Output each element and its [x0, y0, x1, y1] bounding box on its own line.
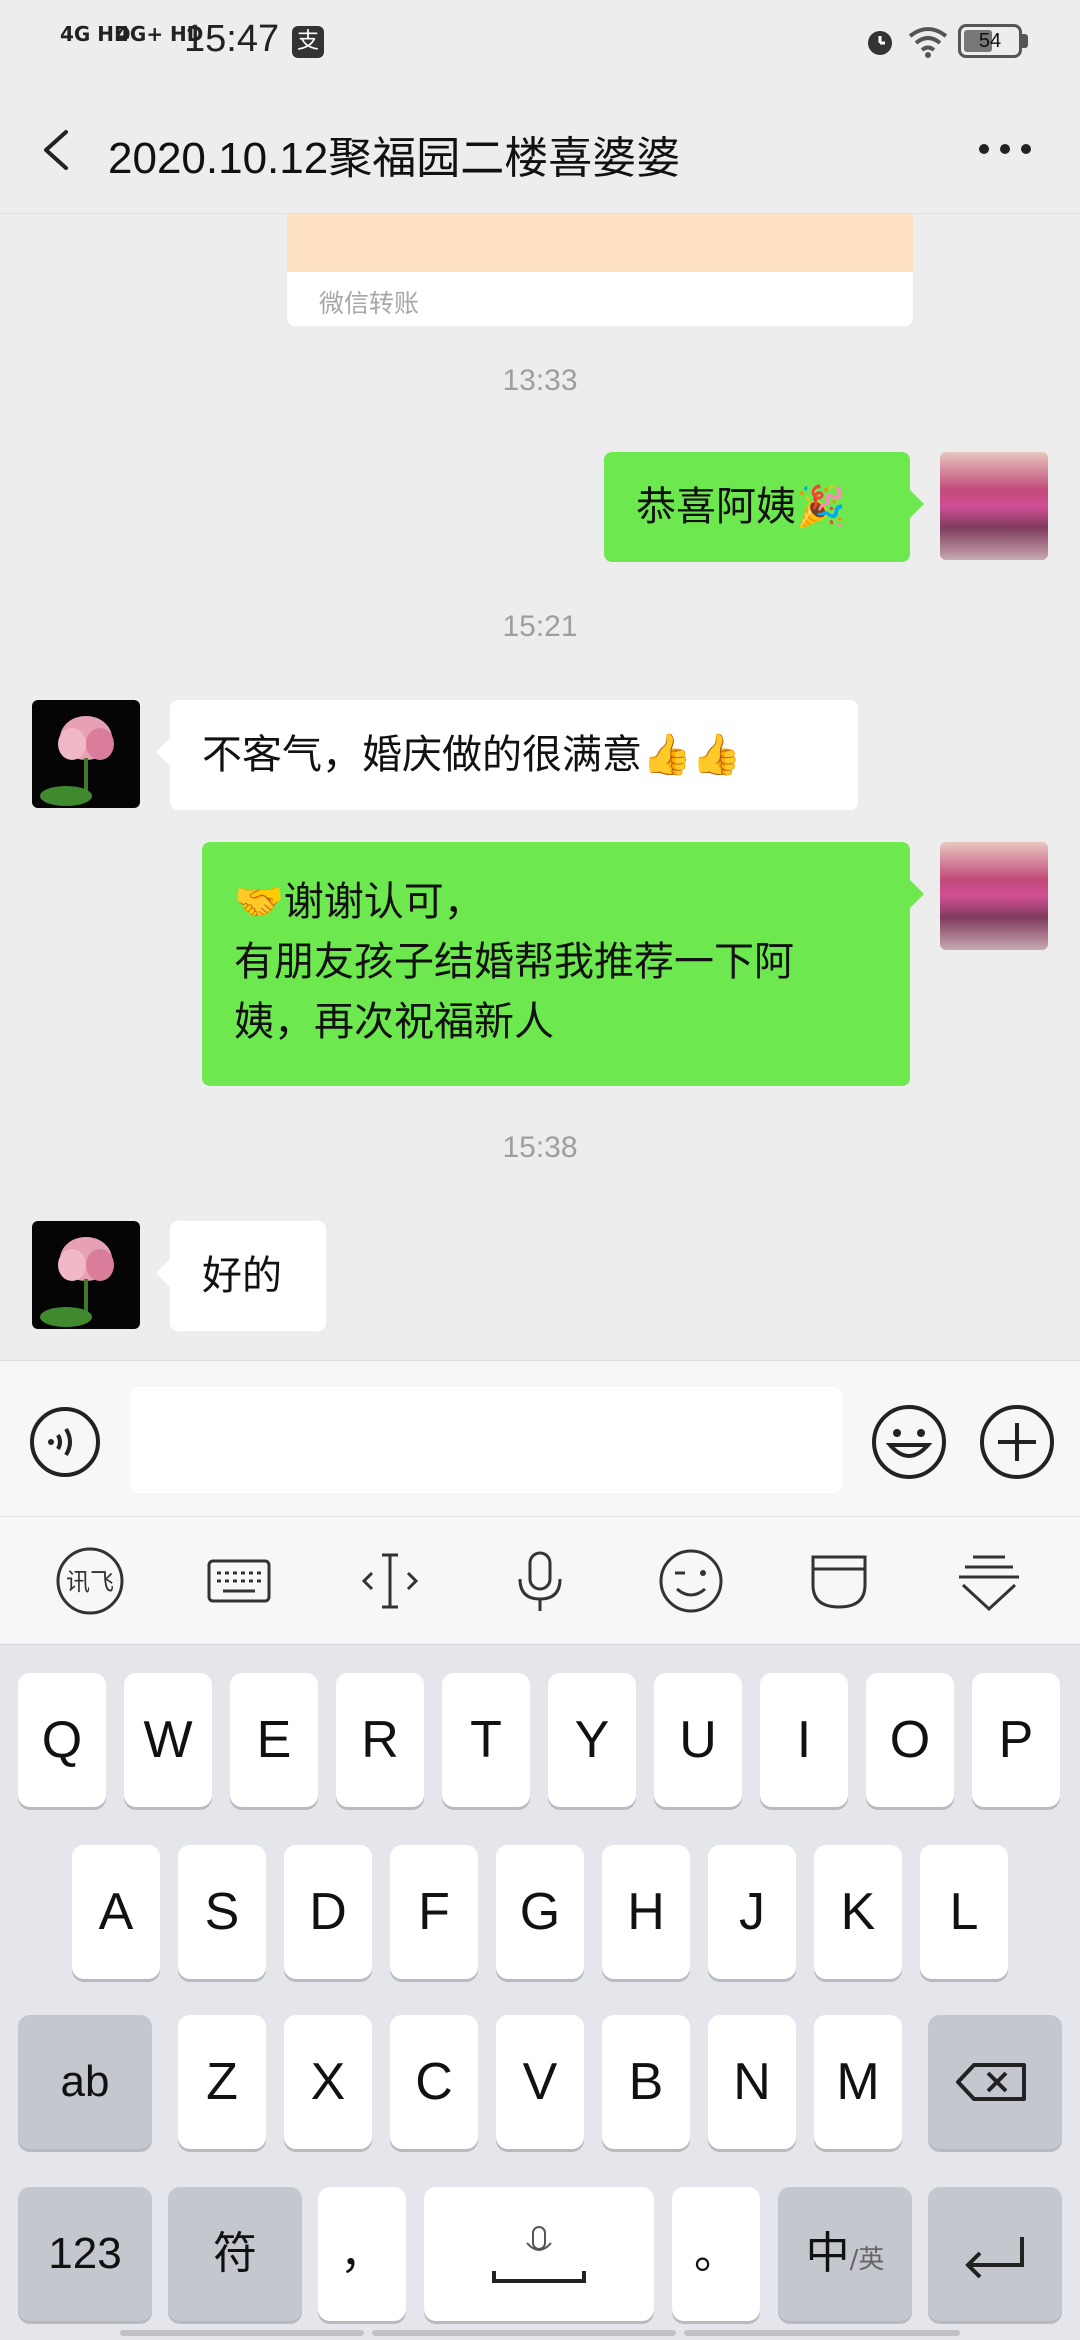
keyboard-icon[interactable]	[203, 1545, 275, 1617]
key-k[interactable]: K	[814, 1845, 902, 1979]
backspace-key[interactable]	[928, 2015, 1062, 2149]
key-e[interactable]: E	[230, 1673, 318, 1807]
key-n[interactable]: N	[708, 2015, 796, 2149]
key-x[interactable]: X	[284, 2015, 372, 2149]
incoming-message-bubble[interactable]: 不客气，婚庆做的很满意👍👍	[156, 700, 858, 810]
space-mic-icon	[492, 2226, 586, 2283]
keyboard: Q W E R T Y U I O P A S D F G H J K L ab…	[0, 1644, 1080, 2340]
cursor-move-icon[interactable]	[354, 1545, 426, 1617]
my-avatar[interactable]	[940, 842, 1048, 950]
numbers-key[interactable]: 123	[18, 2187, 152, 2321]
space-key[interactable]	[424, 2187, 654, 2321]
transfer-label: 微信转账	[319, 289, 420, 318]
period-key[interactable]: 。	[672, 2187, 760, 2321]
svg-text:讯飞: 讯飞	[66, 1568, 114, 1596]
message-text: 恭喜阿姨🎉	[636, 484, 846, 530]
hide-keyboard-icon[interactable]	[953, 1545, 1025, 1617]
battery-level: 54	[978, 30, 1002, 52]
home-indicator-left	[120, 2330, 364, 2336]
contact-avatar[interactable]	[32, 700, 140, 808]
key-l[interactable]: L	[920, 1845, 1008, 1979]
message-timestamp: 15:38	[502, 1131, 578, 1164]
battery-icon: 54	[958, 24, 1022, 58]
key-m[interactable]: M	[814, 2015, 902, 2149]
chat-header: 2020.10.12聚福园二楼喜婆婆	[0, 84, 1080, 214]
ab-toggle-key[interactable]: ab	[18, 2015, 152, 2149]
lotus-flower-icon	[40, 1237, 114, 1327]
chat-input-bar	[0, 1360, 1080, 1516]
chat-title: 2020.10.12聚福园二楼喜婆婆	[108, 134, 681, 183]
message-text: 🤝谢谢认可，	[234, 879, 484, 925]
enter-icon	[965, 2237, 1024, 2279]
wifi-icon	[908, 27, 948, 58]
emoji-wink-icon[interactable]	[655, 1545, 727, 1617]
language-main: 中	[805, 2228, 850, 2279]
message-list[interactable]: 微信转账 13:33 恭喜阿姨🎉 15:21 不客气，婚庆做的很满意👍👍 🤝谢谢…	[0, 214, 1080, 1360]
microphone-icon[interactable]	[504, 1545, 576, 1617]
clipboard-icon[interactable]	[803, 1545, 875, 1617]
key-d[interactable]: D	[284, 1845, 372, 1979]
key-g[interactable]: G	[496, 1845, 584, 1979]
key-w[interactable]: W	[124, 1673, 212, 1807]
transfer-card-header	[287, 214, 913, 272]
alarm-icon	[868, 31, 892, 55]
plus-icon[interactable]	[978, 1403, 1056, 1481]
language-sub: /英	[849, 2245, 885, 2275]
message-text: 有朋友孩子结婚帮我推荐一下阿	[234, 939, 794, 985]
symbols-key[interactable]: 符	[168, 2187, 302, 2321]
key-p[interactable]: P	[972, 1673, 1060, 1807]
alipay-icon: 支	[292, 26, 324, 58]
backspace-icon	[956, 2063, 1026, 2101]
key-b[interactable]: B	[602, 2015, 690, 2149]
key-y[interactable]: Y	[548, 1673, 636, 1807]
key-v[interactable]: V	[496, 2015, 584, 2149]
message-timestamp: 13:33	[502, 364, 578, 397]
incoming-message-bubble[interactable]: 好的	[156, 1221, 326, 1331]
key-f[interactable]: F	[390, 1845, 478, 1979]
key-s[interactable]: S	[178, 1845, 266, 1979]
language-switch-key[interactable]: 中/英	[778, 2187, 912, 2321]
status-bar: 4G HD 4G+ HD 15:47 支 54	[0, 0, 1080, 84]
outgoing-message-bubble[interactable]: 🤝谢谢认可， 有朋友孩子结婚帮我推荐一下阿 姨，再次祝福新人	[202, 842, 924, 1086]
emoji-icon[interactable]	[870, 1403, 948, 1481]
message-input[interactable]	[130, 1387, 842, 1493]
outgoing-message-bubble[interactable]: 恭喜阿姨🎉	[604, 452, 924, 562]
home-indicator-center	[372, 2330, 676, 2336]
comma-key[interactable]: ，	[318, 2187, 406, 2321]
message-text: 不客气，婚庆做的很满意👍👍	[202, 732, 742, 778]
contact-avatar[interactable]	[32, 1221, 140, 1329]
lotus-flower-icon	[40, 716, 114, 806]
key-r[interactable]: R	[336, 1673, 424, 1807]
key-t[interactable]: T	[442, 1673, 530, 1807]
enter-key[interactable]	[928, 2187, 1062, 2321]
ifly-logo-icon[interactable]: 讯飞	[54, 1545, 126, 1617]
message-text: 好的	[202, 1253, 282, 1299]
key-i[interactable]: I	[760, 1673, 848, 1807]
key-j[interactable]: J	[708, 1845, 796, 1979]
key-a[interactable]: A	[72, 1845, 160, 1979]
key-c[interactable]: C	[390, 2015, 478, 2149]
more-options-icon[interactable]	[970, 124, 1040, 174]
key-u[interactable]: U	[654, 1673, 742, 1807]
key-z[interactable]: Z	[178, 2015, 266, 2149]
my-avatar[interactable]	[940, 452, 1048, 560]
message-text: 姨，再次祝福新人	[234, 999, 554, 1045]
wechat-transfer-card[interactable]: 微信转账	[287, 214, 913, 326]
voice-input-icon[interactable]	[28, 1405, 102, 1479]
key-q[interactable]: Q	[18, 1673, 106, 1807]
key-h[interactable]: H	[602, 1845, 690, 1979]
message-timestamp: 15:21	[502, 610, 578, 643]
home-indicator-right	[684, 2330, 960, 2336]
back-arrow-icon[interactable]	[30, 120, 90, 180]
key-o[interactable]: O	[866, 1673, 954, 1807]
keyboard-toolbar: 讯飞	[0, 1516, 1080, 1644]
status-time: 15:47	[184, 18, 280, 60]
